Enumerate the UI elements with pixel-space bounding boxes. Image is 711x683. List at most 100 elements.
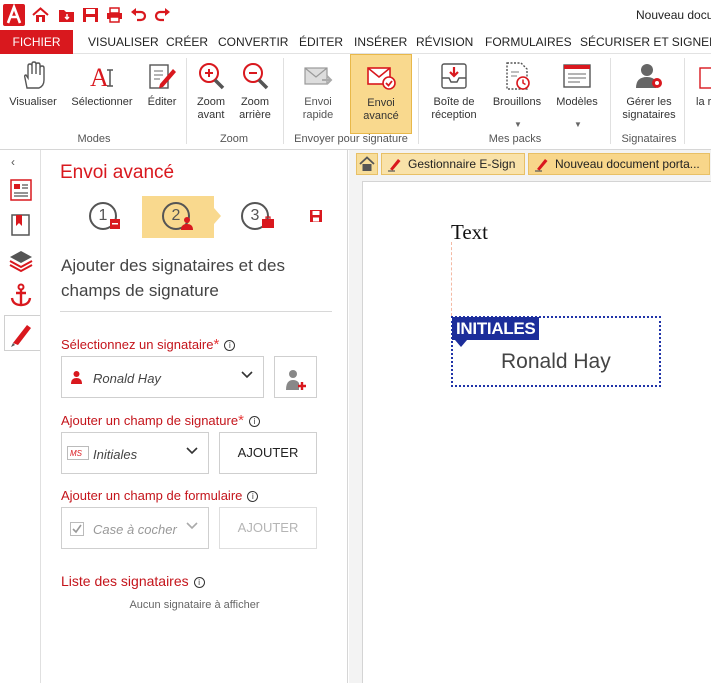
menu-editer[interactable]: ÉDITER (299, 30, 343, 54)
info-icon: i (247, 491, 259, 502)
manage-users-icon (633, 60, 665, 92)
user-icon (70, 370, 83, 387)
home-icon[interactable] (32, 7, 49, 23)
add-form-field-button[interactable]: AJOUTER (219, 507, 317, 549)
add-form-field-label: Ajouter un champ de formulaire i (61, 488, 259, 503)
anchor-icon[interactable] (8, 282, 34, 308)
checkbox-icon (70, 522, 84, 539)
step-1[interactable]: 1 (69, 196, 141, 238)
step-arrow (214, 208, 221, 224)
hand-icon (17, 60, 49, 92)
step-2[interactable]: 2 (142, 196, 221, 238)
thumbnails-icon[interactable] (8, 177, 34, 203)
save-icon[interactable] (82, 7, 99, 23)
drafts-icon (501, 60, 533, 92)
form-field-type-select[interactable]: Case à cocher (61, 507, 209, 549)
editer-button[interactable]: Éditer (141, 54, 183, 134)
brouillons-dropdown-icon: ▼ (514, 120, 522, 129)
advanced-send-panel: Envoi avancé 1 2 3 Ajouter des signatair… (41, 150, 348, 683)
visualiser-button[interactable]: Visualiser (4, 54, 62, 134)
pen-icon (387, 156, 403, 174)
signer-select[interactable]: Ronald Hay (61, 356, 264, 398)
envelope-send-icon (302, 60, 334, 92)
menu-securiser-signer[interactable]: SÉCURISER ET SIGNER (580, 30, 711, 54)
bookmark-icon[interactable] (8, 212, 34, 238)
group-label-signataires: Signataires (621, 133, 677, 145)
envoi-rapide-button[interactable]: Envoi rapide (292, 54, 344, 134)
tab-nouveau-document[interactable]: Nouveau document porta... (528, 153, 710, 175)
add-signature-field-button[interactable]: AJOUTER (219, 432, 317, 474)
boite-reception-button[interactable]: Boîte de réception (424, 54, 484, 134)
selectionner-button[interactable]: A Sélectionner (66, 54, 138, 134)
open-folder-icon[interactable] (58, 7, 75, 23)
app-logo-icon[interactable] (3, 3, 25, 26)
envelope-check-icon (365, 61, 397, 93)
add-signer-button[interactable] (274, 356, 317, 398)
text-select-icon: A (86, 60, 118, 92)
step-3[interactable]: 3 (221, 196, 293, 238)
section-description: Ajouter des signataires et des champs de… (61, 256, 285, 300)
envoi-avance-button[interactable]: Envoi avancé (350, 54, 412, 134)
document-page[interactable]: Text INITIALES Ronald Hay (362, 181, 711, 683)
menu-visualiser[interactable]: VISUALISER (88, 30, 159, 54)
zoom-in-button[interactable]: Zoom avant (190, 54, 232, 134)
group-label-mes-packs: Mes packs (488, 133, 542, 145)
alignment-guide (451, 242, 452, 316)
menu-fichier[interactable]: FICHIER (0, 30, 73, 54)
modeles-button[interactable]: Modèles ▼ (550, 54, 604, 134)
inbox-tray-icon (438, 60, 470, 92)
signature-panel-icon[interactable] (4, 315, 40, 351)
collapse-chevron-icon[interactable]: ‹ (11, 155, 15, 169)
divider (60, 311, 332, 312)
ribbon-separator (418, 58, 419, 144)
zoom-out-icon (239, 60, 271, 92)
document-title: Nouveau docum (636, 8, 711, 22)
group-label-envoyer: Envoyer pour signature (294, 133, 408, 145)
group-label-zoom: Zoom (219, 133, 249, 145)
modeles-dropdown-icon: ▼ (574, 120, 582, 129)
brouillons-button[interactable]: Brouillons ▼ (486, 54, 548, 134)
menu-convertir[interactable]: CONVERTIR (218, 30, 288, 54)
gerer-signataires-button[interactable]: Gérer les signataires (616, 54, 682, 134)
tab-gestionnaire-esign[interactable]: Gestionnaire E-Sign (381, 153, 525, 175)
side-toolbar: ‹ (0, 150, 41, 683)
save-icon[interactable] (309, 209, 323, 226)
ribbon-overflow-button[interactable]: la r (690, 54, 711, 134)
menu-inserer[interactable]: INSÉRER (354, 30, 407, 54)
info-icon: i (193, 577, 205, 588)
menu-creer[interactable]: CRÉER (166, 30, 208, 54)
menu-formulaires[interactable]: FORMULAIRES (485, 30, 572, 54)
info-icon: i (248, 416, 260, 427)
ribbon: Visualiser A Sélectionner Éditer Modes Z… (0, 54, 711, 150)
briefcase-icon (261, 216, 275, 232)
zoom-out-button[interactable]: Zoom arrière (234, 54, 276, 134)
initials-field-icon: MS (67, 446, 89, 463)
menu-revision[interactable]: RÉVISION (416, 30, 473, 54)
zoom-in-icon (195, 60, 227, 92)
document-lock-icon (109, 218, 121, 233)
panel-title: Envoi avancé (60, 162, 175, 183)
select-signer-label: Sélectionnez un signataire* i (61, 336, 236, 353)
layers-icon[interactable] (8, 247, 34, 273)
signature-field-type-select[interactable]: MS Initiales (61, 432, 209, 474)
initials-signature-field[interactable]: INITIALES Ronald Hay (451, 316, 661, 387)
pen-icon (534, 156, 550, 174)
chevron-down-icon (186, 446, 198, 458)
document-tabs: Gestionnaire E-Sign Nouveau document por… (352, 153, 711, 175)
signers-list-label: Liste des signataires i (61, 573, 205, 589)
templates-icon (561, 60, 593, 92)
menu-bar: FICHIER VISUALISER CRÉER CONVERTIR ÉDITE… (0, 30, 711, 54)
chevron-down-icon (241, 370, 253, 382)
undo-icon[interactable] (130, 7, 147, 23)
document-text: Text (451, 220, 489, 244)
ribbon-separator (684, 58, 685, 144)
redo-icon[interactable] (154, 7, 171, 23)
edit-document-icon (146, 60, 178, 92)
title-bar: Nouveau docum (0, 0, 711, 30)
group-label-modes: Modes (77, 133, 111, 145)
info-icon: i (224, 340, 236, 351)
print-icon[interactable] (106, 7, 123, 23)
chevron-down-icon (186, 521, 198, 533)
home-tab[interactable] (356, 153, 378, 175)
ribbon-separator (186, 58, 187, 144)
